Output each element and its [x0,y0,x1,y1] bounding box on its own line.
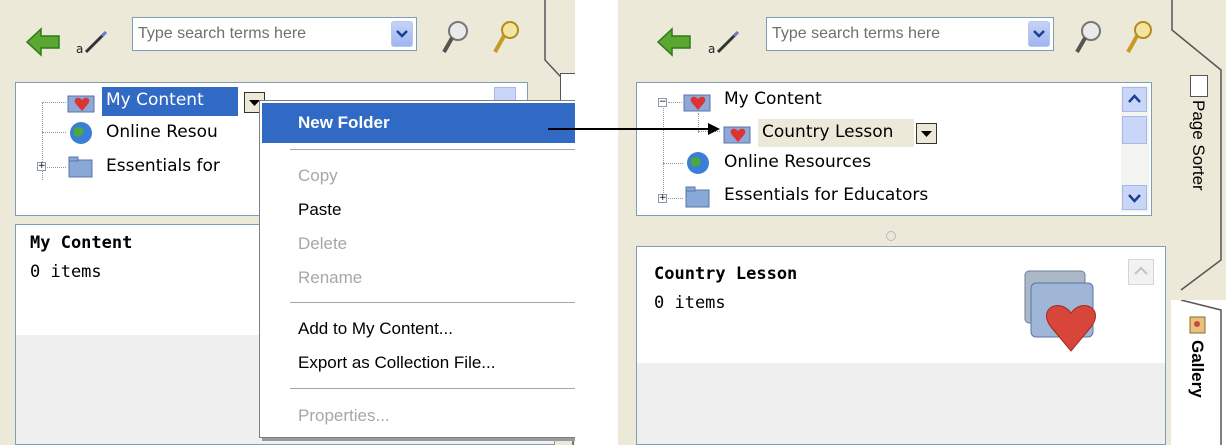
folder-icon [685,186,710,208]
tree-label-online-resources: Online Resources [724,152,872,172]
search-input[interactable]: Type search terms here [766,17,1054,51]
folder-icon [68,156,93,178]
search-input[interactable]: Type search terms here [132,17,417,51]
search-placeholder: Type search terms here [138,25,307,42]
tab-label-page-sorter: Page Sorter [1189,100,1208,191]
advanced-search-icon[interactable] [490,18,524,58]
tree-item-my-content[interactable]: My Content [682,87,882,115]
info-scroll-up[interactable] [1128,259,1154,285]
content-info-panel: Country Lesson 0 items [636,246,1166,445]
heart-folder-icon [723,126,751,144]
menu-item-new-folder[interactable]: New Folder [262,103,575,143]
heart-folder-large-icon [1024,270,1096,352]
heart-folder-icon [67,95,95,113]
right-panel: a Type search terms here − + My Content [618,0,1226,445]
globe-icon [687,152,709,174]
scroll-up-button[interactable] [1122,87,1147,112]
search-icon[interactable] [1073,18,1107,58]
tree-item-essentials[interactable]: Essentials for [66,153,266,181]
pen-icon[interactable]: a [706,28,746,60]
gallery-icon [1189,316,1206,334]
tree-item-online-resources[interactable]: Online Resou [66,119,266,147]
left-panel: a Type search terms here + My Content On… [0,0,575,445]
menu-item-add-to-my-content[interactable]: Add to My Content... [298,319,453,339]
content-tree: − + My Content Country Lesson Online Res… [636,82,1152,216]
menu-item-paste[interactable]: Paste [298,200,341,220]
chevron-down-icon [396,30,408,38]
chevron-down-icon [1128,194,1141,203]
tree-scrollbar[interactable] [1121,86,1149,212]
info-count: 0 items [654,293,726,313]
tree-item-online-resources[interactable]: Online Resources [685,149,985,177]
svg-text:a: a [708,42,715,56]
menu-item-rename[interactable]: Rename [298,268,362,288]
tree-label-my-content: My Content [724,89,822,109]
tree-item-dropdown[interactable] [916,123,937,144]
scroll-down-button[interactable] [1122,185,1147,210]
tree-item-country-lesson[interactable]: Country Lesson [722,118,1002,148]
tree-item-essentials[interactable]: Essentials for Educators [685,183,1065,211]
menu-item-properties[interactable]: Properties... [298,406,390,426]
tab-gallery[interactable]: Gallery [1171,300,1226,445]
menu-item-export-collection[interactable]: Export as Collection File... [298,353,495,373]
info-preview-area [637,363,1165,444]
scroll-thumb[interactable] [1122,116,1147,144]
heart-folder-icon [683,94,711,112]
chevron-up-icon [1128,94,1141,103]
advanced-search-icon[interactable] [1123,18,1157,58]
menu-item-copy[interactable]: Copy [298,166,338,186]
back-arrow-icon[interactable] [656,25,696,59]
tree-label-my-content: My Content [106,90,204,110]
info-title: Country Lesson [654,264,798,284]
tree-label-country-lesson: Country Lesson [762,122,894,142]
globe-icon [70,122,92,144]
svg-text:a: a [76,42,83,56]
chevron-up-icon [1134,266,1148,275]
search-dropdown-button[interactable] [1028,21,1050,47]
tab-label-gallery: Gallery [1188,340,1207,398]
search-dropdown-button[interactable] [391,21,413,47]
back-arrow-icon[interactable] [25,25,65,59]
splitter-grip[interactable] [886,231,896,241]
connector-arrow [548,123,720,135]
menu-label-new-folder: New Folder [298,113,390,132]
info-title: My Content [30,233,133,253]
tab-page-sorter[interactable]: Page Sorter [1171,0,1226,300]
page-sorter-icon [1190,75,1208,97]
search-icon[interactable] [440,18,474,58]
tree-label-online-resources: Online Resou [106,122,218,142]
chevron-down-icon [1033,30,1045,38]
search-placeholder: Type search terms here [772,25,941,42]
menu-item-delete[interactable]: Delete [298,234,347,254]
page-sorter-tab-icon[interactable] [560,73,575,101]
tree-label-essentials: Essentials for Educators [724,185,929,205]
info-count: 0 items [30,262,102,282]
triangle-down-icon [921,131,932,137]
tree-label-essentials: Essentials for [106,156,220,176]
pen-icon[interactable]: a [74,28,114,60]
context-menu: New Folder Copy Paste Delete Rename Add … [259,100,575,438]
